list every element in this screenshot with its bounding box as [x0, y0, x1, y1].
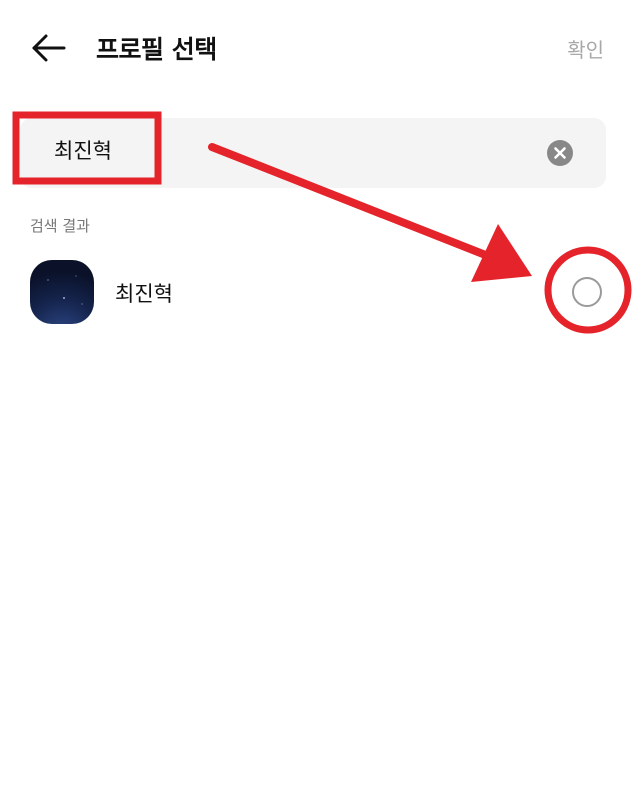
result-item[interactable]: 최진혁 — [0, 250, 632, 336]
arrow-left-icon — [32, 34, 66, 62]
result-name: 최진혁 — [115, 282, 173, 306]
header: 프로필 선택 확인 — [0, 0, 632, 96]
back-button[interactable] — [26, 26, 70, 70]
profile-select-screen: 프로필 선택 확인 검색 결과 최진혁 — [0, 0, 632, 812]
search-box[interactable] — [20, 118, 606, 188]
page-title: 프로필 선택 — [96, 35, 217, 64]
radio-unchecked-icon[interactable] — [572, 277, 602, 307]
search-results-label: 검색 결과 — [30, 217, 90, 235]
search-input[interactable] — [54, 138, 354, 162]
starry-sky-image — [47, 275, 83, 305]
clear-search-button[interactable] — [547, 140, 573, 166]
confirm-button[interactable]: 확인 — [567, 34, 604, 63]
close-circle-icon — [554, 147, 566, 159]
avatar — [30, 260, 94, 324]
